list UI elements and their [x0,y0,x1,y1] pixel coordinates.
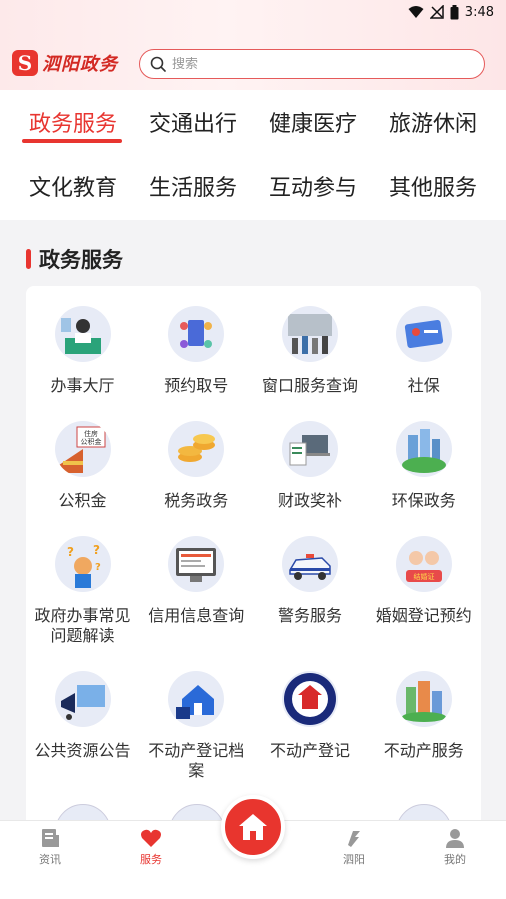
service-label: 婚姻登记预约 [375,606,472,625]
category-tab[interactable]: 文化教育 [13,170,133,202]
user-icon [425,827,485,849]
search-input[interactable] [172,56,452,72]
search-icon [150,56,166,72]
app-name: 泗阳政务 [42,54,118,75]
svg-text:?: ? [67,545,74,559]
service-label: 信用信息查询 [148,606,245,625]
home-icon [239,814,267,840]
service-label: 警务服务 [277,606,342,625]
svg-text:公积金: 公积金 [80,437,101,446]
category-tab[interactable]: 健康医疗 [253,106,373,138]
svg-text:结婚证: 结婚证 [413,572,434,581]
service-item[interactable]: 住房 公积金 公积金 [26,421,139,511]
service-item[interactable]: 环保政务 [367,421,480,511]
service-item[interactable]: 警务服务 [254,536,367,626]
police-icon [282,536,338,592]
svg-text:?: ? [95,562,101,573]
category-tab[interactable]: 政务服务 [13,106,133,138]
tab-label: 服务 [140,853,162,866]
service-item[interactable]: 公共资源公告 [26,671,139,761]
window-query-icon [282,306,338,362]
service-item[interactable]: 不动产登记档案 [140,671,253,781]
service-item[interactable]: 结婚证 婚姻登记预约 [367,536,480,626]
tax-icon [168,421,225,477]
logo-mark: S [12,50,38,76]
tab-news[interactable]: 资讯 [20,827,80,867]
category-tab[interactable]: 旅游休闲 [373,106,493,138]
service-label: 预约取号 [164,376,229,395]
credit-query-icon [168,536,225,592]
tab-siyang[interactable]: 泗阳 [324,827,384,867]
service-label: 窗口服务查询 [261,376,358,395]
service-item[interactable]: ??? 政府办事常见问题解读 [26,536,139,646]
home-button[interactable] [221,795,285,859]
service-label: 政府办事常见问题解读 [34,606,131,645]
service-hall-icon [54,306,111,362]
finance-icon [282,421,338,477]
category-tab[interactable]: 互动参与 [253,170,373,202]
service-item[interactable]: 信用信息查询 [140,536,253,626]
news-icon [20,827,80,849]
appointment-icon [168,306,225,362]
heart-icon [121,827,181,849]
marriage-icon: 结婚证 [395,536,452,592]
category-tab[interactable]: 交通出行 [133,106,253,138]
property-service-icon [395,671,452,727]
status-bar: 3:48 [0,0,506,24]
service-item[interactable]: 窗口服务查询 [254,306,367,396]
service-label: 社保 [407,376,440,395]
service-label: 公积金 [58,491,107,510]
property-registration-icon [282,671,338,727]
social-security-icon [395,306,452,362]
services-card: 办事大厅 预约取号 窗口服务查询 社保 住房 公积金 公积金 税务政务 财政奖补 环保政务??? 政… [26,286,481,860]
active-tab-indicator [22,139,122,143]
service-item[interactable]: 预约取号 [140,306,253,396]
category-tab[interactable]: 生活服务 [133,170,253,202]
service-label: 环保政务 [391,491,456,510]
service-item[interactable]: 社保 [367,306,480,396]
section-header: 政务服务 [26,244,123,274]
app-logo: S 泗阳政务 [12,50,118,76]
service-item[interactable]: 财政奖补 [254,421,367,511]
signal-icon [429,5,444,19]
service-label: 不动产登记档案 [148,741,245,780]
service-label: 公共资源公告 [34,741,131,760]
siyang-icon [324,827,384,849]
public-resource-icon [54,671,111,727]
service-label: 办事大厅 [50,376,115,395]
service-label: 税务政务 [164,491,229,510]
tab-user[interactable]: 我的 [425,827,485,867]
tab-label: 泗阳 [343,853,365,866]
service-item[interactable]: 办事大厅 [26,306,139,396]
service-item[interactable]: 税务政务 [140,421,253,511]
section-title: 政务服务 [39,248,123,272]
battery-icon [450,4,459,19]
category-tab[interactable]: 其他服务 [373,170,493,202]
housing-fund-icon: 住房 公积金 [54,421,111,477]
tab-label: 我的 [444,853,466,866]
faq-icon: ??? [54,536,111,592]
service-label: 不动产服务 [383,741,464,760]
service-item[interactable]: 不动产登记 [254,671,367,761]
svg-text:?: ? [93,543,100,557]
wifi-icon [408,6,424,18]
service-label: 不动产登记 [269,741,350,760]
environment-icon [395,421,452,477]
svg-text:住房: 住房 [84,429,98,438]
service-label: 财政奖补 [277,491,342,510]
service-item[interactable]: 不动产服务 [367,671,480,761]
section-accent-bar [26,249,31,269]
tab-label: 资讯 [39,853,61,866]
tab-heart[interactable]: 服务 [121,827,181,867]
status-time: 3:48 [464,4,494,20]
search-bar[interactable] [139,49,485,79]
property-archive-icon [168,671,225,727]
app-header: S 泗阳政务 [0,46,506,82]
